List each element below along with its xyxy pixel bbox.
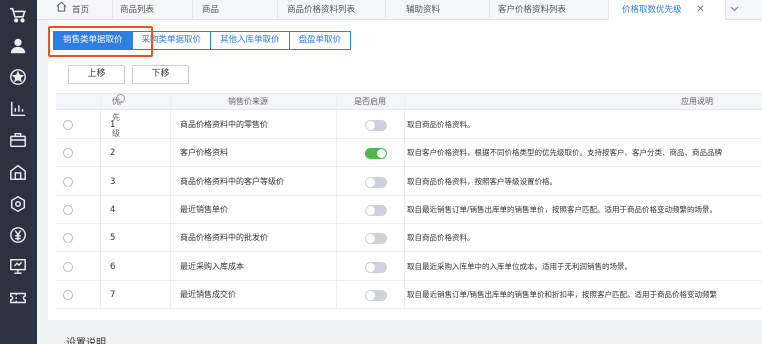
tab-product-price-list[interactable]: 商品价格资料列表 (278, 0, 386, 20)
tab-bar: 首页 商品列表 商品 商品价格资料列表 辅助资料 客户价格资料列表 价格取数优先… (37, 0, 762, 20)
left-sidebar (0, 0, 37, 344)
subtab-purchase-docs[interactable]: 采购类单据取价 (131, 31, 212, 50)
row-priority: 1 (110, 120, 116, 130)
toggle-knob (366, 234, 375, 244)
cart-icon[interactable] (8, 5, 28, 25)
ticket-icon[interactable] (8, 288, 28, 308)
enable-toggle[interactable] (365, 176, 387, 188)
row-description: 取自最近销售订单/销售出库单的销售单价和折扣率，按照客户匹配。适用于商品价格变动… (407, 289, 718, 299)
subtab-group: 销售类单据取价 采购类单据取价 其他入库单取价 盘盈单取价 (53, 31, 352, 51)
row-radio[interactable] (63, 289, 73, 300)
row-description: 取自客户价格资料，根据不同价格类型的优先级取价。支持按客户、客户分类、商品、商品… (407, 148, 722, 158)
tab-product-list[interactable]: 商品列表 (113, 0, 193, 20)
row-source: 商品价格资料中的批发价 (180, 233, 268, 243)
table-row[interactable]: 3 商品价格资料中的客户等级价 取自商品价格资料，按照客户等级设置价格。 (56, 168, 762, 196)
tab-label: 客户价格资料列表 (498, 5, 567, 15)
enable-toggle[interactable] (365, 261, 387, 273)
row-priority: 3 (110, 176, 116, 187)
enable-toggle[interactable] (365, 204, 387, 216)
toggle-knob (366, 205, 375, 215)
toggle-knob (366, 121, 375, 130)
tab-price-priority[interactable]: 价格取数优先级 ✕ (609, 0, 726, 20)
tab-label: 商品列表 (120, 5, 155, 15)
table-header: 优先级? 销售价来源 是否启用 应用说明 (56, 93, 762, 138)
gear-box-icon[interactable] (8, 194, 28, 214)
section-title: 设置说明 (66, 338, 106, 344)
chart-icon[interactable] (8, 99, 28, 119)
main-panel: 销售类单据取价 采购类单据取价 其他入库单取价 盘盈单取价 上移 下移 优先级?… (48, 20, 762, 320)
tab-home[interactable]: 首页 (37, 0, 113, 20)
row-description: 取自最近采购入库单中的入库单位成本。适用于无利润销售的场景。 (407, 261, 632, 271)
row-radio[interactable] (63, 176, 73, 187)
row-description: 取自商品价格资料。 (407, 120, 475, 129)
subtab-other-inbound[interactable]: 其他入库单取价 (210, 31, 290, 50)
enable-toggle[interactable] (365, 289, 387, 301)
subtab-sales-docs[interactable]: 销售类单据取价 (53, 31, 133, 50)
app-window: 首页 商品列表 商品 商品价格资料列表 辅助资料 客户价格资料列表 价格取数优先… (0, 0, 762, 344)
tab-customer-price-list[interactable]: 客户价格资料列表 (490, 0, 609, 20)
enable-toggle[interactable] (365, 233, 387, 245)
toggle-knob (366, 290, 375, 300)
tab-product[interactable]: 商品 (193, 0, 278, 20)
row-source: 客户价格资料 (180, 148, 228, 158)
tab-aux-data[interactable]: 辅助资料 (386, 0, 490, 20)
table-row[interactable]: 1 商品价格资料中的零售价 取自商品价格资料。 (56, 111, 762, 139)
row-source: 最近销售单价 (180, 204, 228, 214)
table-row[interactable]: 7 最近销售成交价 取自最近销售订单/销售出库单的销售单价和折扣率，按照客户匹配。适… (56, 281, 762, 309)
enable-toggle[interactable] (365, 120, 387, 131)
header-source: 销售价来源 (228, 97, 268, 106)
tab-label: 商品 (202, 5, 220, 15)
row-description: 取自商品价格资料，按照客户等级设置价格。 (407, 176, 557, 186)
row-radio[interactable] (63, 204, 73, 215)
toggle-knob (377, 149, 386, 159)
tab-label: 商品价格资料列表 (287, 5, 356, 15)
row-priority: 7 (110, 289, 116, 300)
move-down-button[interactable]: 下移 (132, 65, 189, 84)
row-radio[interactable] (63, 120, 73, 130)
row-description: 取自商品价格资料。 (407, 233, 475, 243)
chevron-down-icon[interactable] (725, 0, 742, 20)
monitor-icon[interactable] (8, 256, 28, 276)
move-up-button[interactable]: 上移 (68, 65, 125, 84)
row-priority: 4 (110, 204, 116, 215)
table-row[interactable]: 5 商品价格资料中的批发价 取自商品价格资料。 (56, 224, 762, 253)
star-icon[interactable] (8, 67, 28, 87)
briefcase-icon[interactable] (8, 130, 28, 150)
tab-label: 辅助资料 (406, 5, 441, 15)
yen-icon[interactable] (8, 225, 28, 245)
row-priority: 2 (110, 148, 116, 159)
row-priority: 5 (110, 233, 116, 244)
header-desc: 应用说明 (681, 97, 713, 106)
toggle-knob (366, 177, 375, 187)
tab-label: 价格取数优先级 (622, 5, 682, 15)
row-source: 最近采购入库成本 (180, 261, 244, 271)
row-description: 取自最近销售订单/销售出库单的销售单价，按照客户匹配。适用于商品价格变动频繁的场… (407, 204, 718, 214)
row-radio[interactable] (63, 148, 73, 159)
header-enabled: 是否启用 (354, 97, 386, 106)
table-row[interactable]: 6 最近采购入库成本 取自最近采购入库单中的入库单位成本。适用于无利润销售的场景。 (56, 253, 762, 281)
close-icon[interactable]: ✕ (696, 4, 704, 15)
row-source: 商品价格资料中的零售价 (180, 120, 268, 129)
warehouse-icon[interactable] (8, 162, 28, 182)
help-icon[interactable]: ? (116, 94, 125, 107)
home-icon (56, 0, 67, 20)
row-radio[interactable] (63, 261, 73, 272)
row-source: 最近销售成交价 (180, 289, 236, 299)
subtab-inventory-surplus[interactable]: 盘盈单取价 (288, 31, 352, 50)
user-icon[interactable] (8, 36, 28, 56)
tab-label: 首页 (72, 5, 90, 16)
row-radio[interactable] (63, 233, 73, 244)
table-row[interactable]: 2 客户价格资料 取自客户价格资料，根据不同价格类型的优先级取价。支持按客户、客户分… (56, 139, 762, 168)
row-priority: 6 (110, 261, 116, 272)
enable-toggle[interactable] (365, 148, 387, 160)
toggle-knob (366, 262, 375, 272)
row-source: 商品价格资料中的客户等级价 (180, 176, 284, 186)
table-row[interactable]: 4 最近销售单价 取自最近销售订单/销售出库单的销售单价，按照客户匹配。适用于商品价… (56, 196, 762, 224)
